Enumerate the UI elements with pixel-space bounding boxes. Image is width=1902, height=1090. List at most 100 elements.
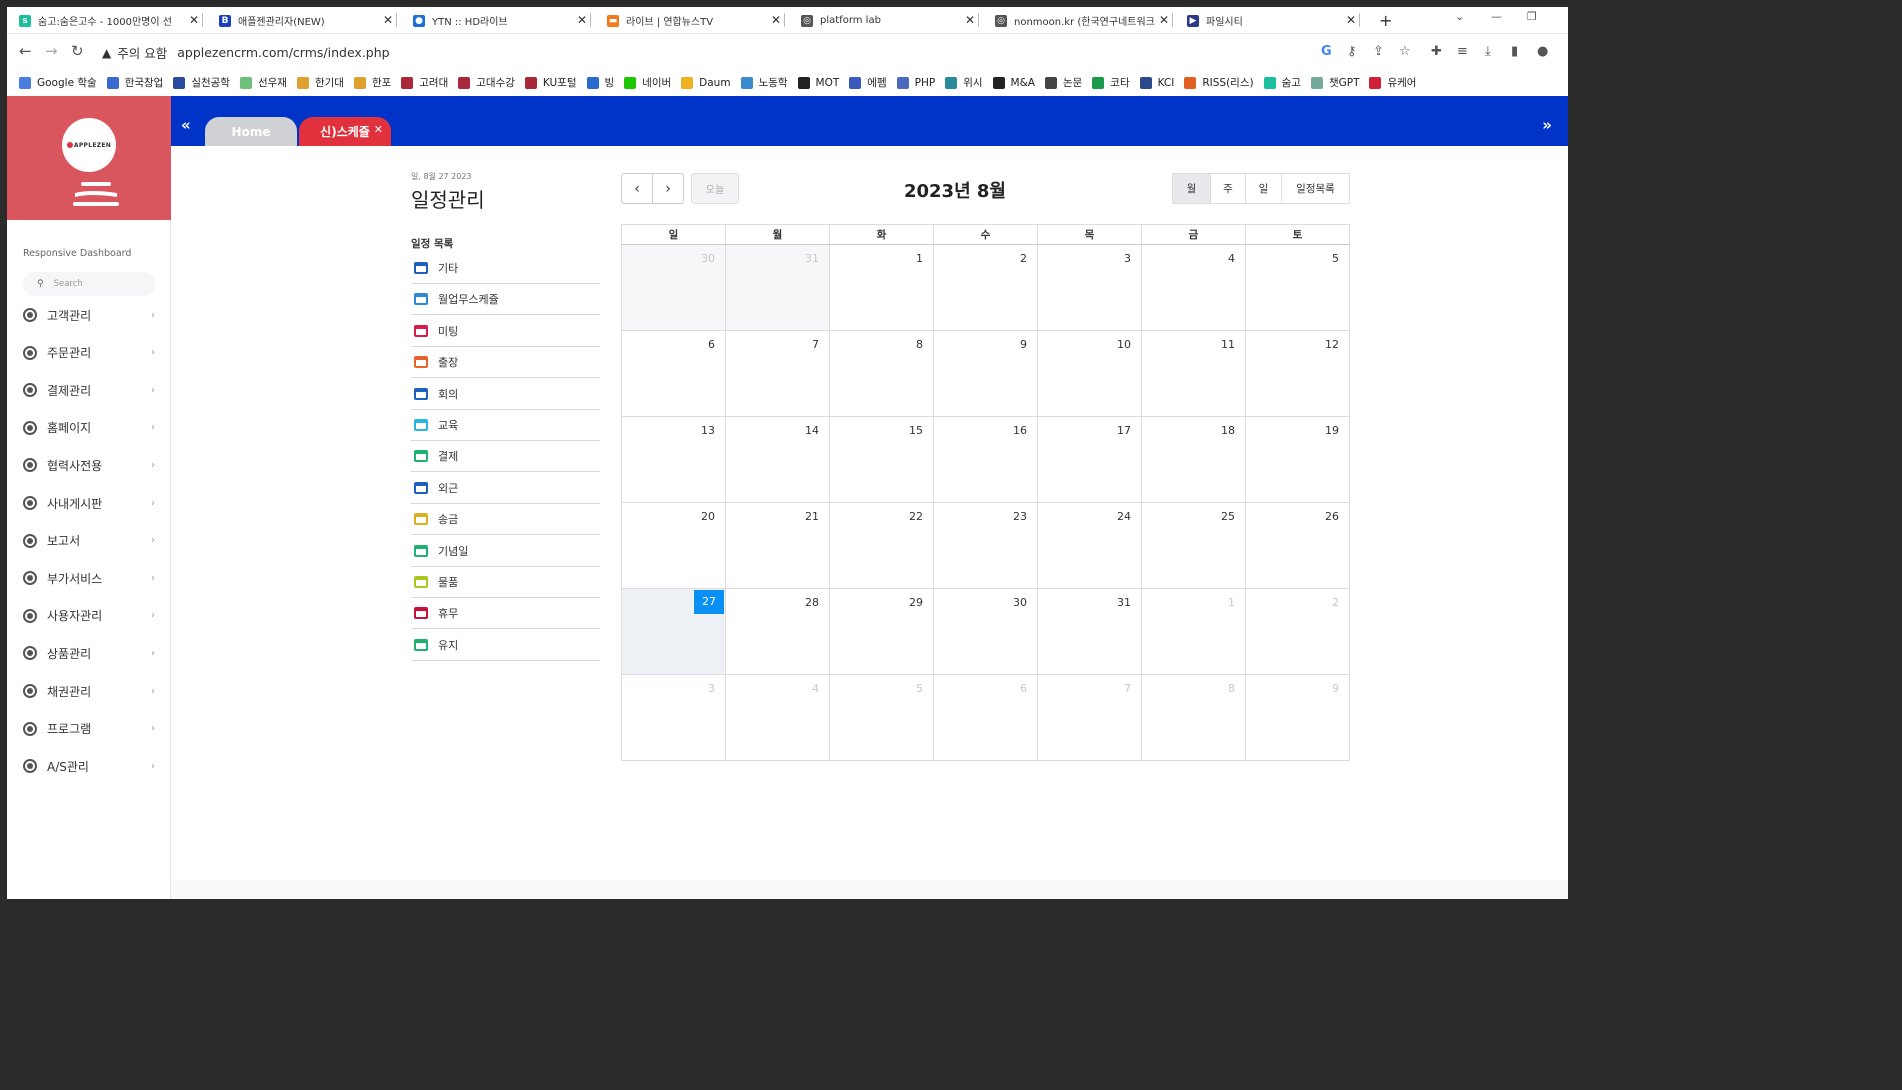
- category-item[interactable]: 송금: [411, 504, 600, 536]
- bookmark-item[interactable]: 논문: [1044, 75, 1082, 90]
- browser-tab[interactable]: ▶ 파일시티 ✕: [1175, 9, 1360, 32]
- sidebar-item[interactable]: 프로그램 ›: [23, 719, 155, 739]
- sidebar-item[interactable]: 상품관리 ›: [23, 643, 155, 663]
- sidebar-item[interactable]: 채권관리 ›: [23, 681, 155, 701]
- bookmark-item[interactable]: M&A: [992, 76, 1035, 89]
- bookmark-item[interactable]: 한국창업: [106, 75, 163, 90]
- day-cell[interactable]: 16: [933, 417, 1037, 502]
- view-button[interactable]: 월: [1172, 173, 1211, 204]
- browser-tab[interactable]: ◎ nonmoon.kr (한국연구네트워크 ✕: [983, 9, 1173, 32]
- day-cell[interactable]: 17: [1037, 417, 1141, 502]
- sidebar-item[interactable]: A/S관리 ›: [23, 756, 155, 776]
- view-button[interactable]: 일정목록: [1281, 173, 1350, 204]
- category-item[interactable]: 결제: [411, 441, 600, 473]
- sidebar-item[interactable]: 홈페이지 ›: [23, 418, 155, 438]
- day-cell[interactable]: 13: [622, 417, 725, 502]
- sidebar-item[interactable]: 협력사전용 ›: [23, 455, 155, 475]
- sidebar-item[interactable]: 결제관리 ›: [23, 380, 155, 400]
- category-item[interactable]: 출장: [411, 347, 600, 379]
- bookmark-item[interactable]: 선우재: [239, 75, 287, 90]
- day-cell[interactable]: 6: [622, 331, 725, 416]
- sidebar-item[interactable]: 고객관리 ›: [23, 305, 155, 325]
- bookmark-item[interactable]: 숨고: [1263, 75, 1301, 90]
- bookmark-item[interactable]: 빙: [586, 75, 614, 90]
- day-cell[interactable]: 15: [829, 417, 933, 502]
- category-item[interactable]: 월업무스케쥴: [411, 284, 600, 316]
- category-item[interactable]: 휴무: [411, 598, 600, 630]
- category-item[interactable]: 기타: [411, 253, 600, 284]
- today-button[interactable]: 오늘: [691, 173, 739, 204]
- close-icon[interactable]: ✕: [771, 13, 781, 27]
- day-cell[interactable]: 2: [1245, 589, 1349, 674]
- bookmark-item[interactable]: 유케어: [1369, 75, 1416, 90]
- bookmark-item[interactable]: 노동학: [740, 75, 788, 90]
- day-cell[interactable]: 31: [1037, 589, 1141, 674]
- day-cell[interactable]: 31: [725, 245, 829, 330]
- browser-tab[interactable]: s 숨고:숨은고수 - 1000만명이 선 ✕: [7, 9, 203, 32]
- day-cell[interactable]: 21: [725, 503, 829, 588]
- day-cell[interactable]: 23: [933, 503, 1037, 588]
- bookmark-item[interactable]: KU포털: [524, 75, 577, 90]
- category-item[interactable]: 교육: [411, 410, 600, 441]
- day-cell[interactable]: 9: [933, 331, 1037, 416]
- day-cell[interactable]: 30: [933, 589, 1037, 674]
- sidebar-item[interactable]: 보고서 ›: [23, 531, 155, 551]
- day-cell[interactable]: 5: [1245, 245, 1349, 330]
- browser-tab[interactable]: ▬ 라이브 | 연합뉴스TV ✕: [595, 9, 785, 32]
- day-cell[interactable]: 19: [1245, 417, 1349, 502]
- bookmark-item[interactable]: KCI: [1139, 76, 1174, 89]
- bookmark-item[interactable]: 한포: [353, 75, 391, 90]
- day-cell[interactable]: 8: [1141, 675, 1245, 760]
- bookmark-item[interactable]: Daum: [681, 76, 731, 89]
- bookmark-item[interactable]: 네이버: [624, 75, 671, 90]
- day-cell[interactable]: 5: [829, 675, 933, 760]
- forward-icon[interactable]: →: [45, 42, 58, 60]
- extensions-icon[interactable]: ✚: [1431, 44, 1442, 59]
- brand-logo[interactable]: APPLEZEN: [62, 118, 116, 172]
- restore-icon[interactable]: ❐: [1527, 10, 1537, 23]
- browser-tab[interactable]: ◎ platform lab ✕: [789, 9, 979, 32]
- day-cell[interactable]: 28: [725, 589, 829, 674]
- day-cell[interactable]: 7: [725, 331, 829, 416]
- expand-icon[interactable]: »: [1542, 116, 1552, 134]
- category-item[interactable]: 기념일: [411, 536, 600, 567]
- day-cell[interactable]: 10: [1037, 331, 1141, 416]
- day-cell[interactable]: 30: [622, 245, 725, 330]
- next-month-button[interactable]: ›: [652, 173, 684, 204]
- reading-list-icon[interactable]: ≡: [1457, 44, 1468, 59]
- url-field[interactable]: ▲ 주의 요함 applezencrm.com/crms/index.php: [102, 43, 390, 62]
- bookmark-item[interactable]: 고려대: [401, 75, 448, 90]
- day-cell[interactable]: 4: [725, 675, 829, 760]
- sidebar-item[interactable]: 부가서비스 ›: [23, 568, 155, 588]
- star-icon[interactable]: ☆: [1399, 44, 1411, 59]
- bookmark-item[interactable]: PHP: [896, 76, 935, 89]
- day-cell[interactable]: 1: [1141, 589, 1245, 674]
- browser-tab[interactable]: ● YTN :: HD라이브 ✕: [401, 9, 591, 32]
- category-item[interactable]: 물품: [411, 567, 600, 598]
- minimize-icon[interactable]: —: [1491, 10, 1502, 23]
- view-button[interactable]: 일: [1245, 173, 1282, 204]
- day-cell[interactable]: 26: [1245, 503, 1349, 588]
- day-cell[interactable]: 3: [622, 675, 725, 760]
- download-icon[interactable]: ⤓: [1485, 44, 1491, 59]
- view-button[interactable]: 주: [1210, 173, 1246, 204]
- tab-search-icon[interactable]: ⌄: [1455, 10, 1464, 23]
- collapse-sidebar-icon[interactable]: «: [181, 116, 191, 134]
- day-cell[interactable]: 18: [1141, 417, 1245, 502]
- reload-icon[interactable]: ↻: [71, 42, 84, 60]
- day-cell[interactable]: 1: [829, 245, 933, 330]
- google-icon[interactable]: G: [1321, 44, 1332, 59]
- close-icon[interactable]: ✕: [1159, 13, 1169, 27]
- close-icon[interactable]: ✕: [383, 13, 393, 27]
- day-cell[interactable]: 14: [725, 417, 829, 502]
- day-cell[interactable]: 4: [1141, 245, 1245, 330]
- bookmark-item[interactable]: 한기대: [296, 75, 344, 90]
- tab-schedule[interactable]: 신)스케쥴 ✕: [299, 117, 391, 146]
- day-cell[interactable]: 6: [933, 675, 1037, 760]
- tab-home[interactable]: Home: [205, 117, 297, 146]
- day-cell[interactable]: 12: [1245, 331, 1349, 416]
- bookmark-item[interactable]: MOT: [797, 76, 839, 89]
- close-tab-icon[interactable]: ✕: [374, 123, 383, 136]
- close-icon[interactable]: ✕: [1346, 13, 1356, 27]
- prev-month-button[interactable]: ‹: [621, 173, 653, 204]
